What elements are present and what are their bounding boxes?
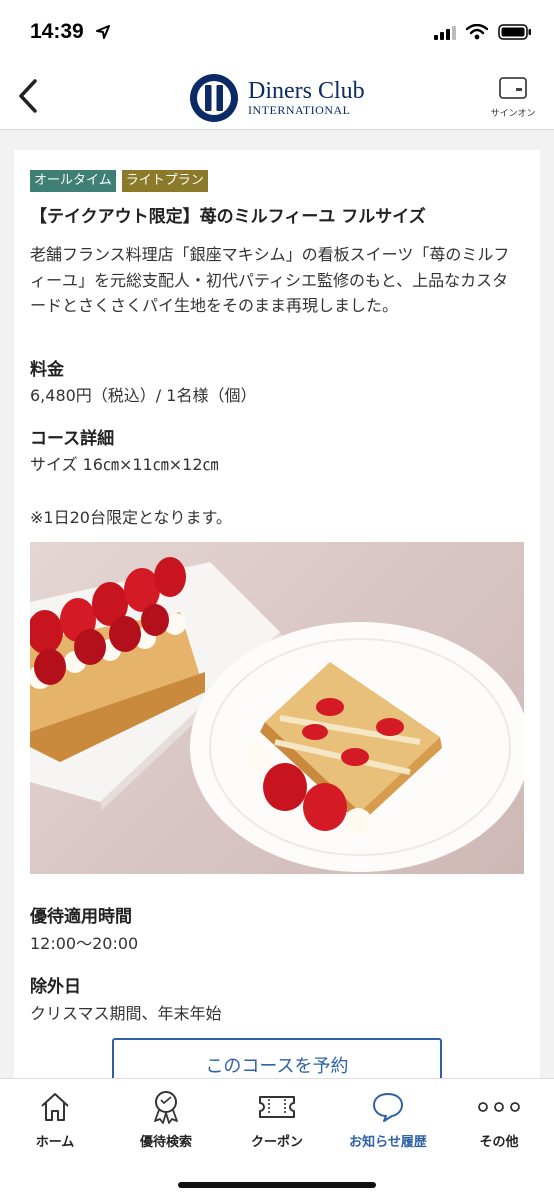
tab-coupon[interactable]: クーポン: [222, 1089, 332, 1150]
exclude-value: クリスマス期間、年末年始: [30, 1004, 222, 1023]
offer-detail-card: オールタイム ライトプラン 【テイクアウト限定】苺のミルフィーユ フルサイズ 老…: [14, 150, 540, 1080]
offer-description: 老舗フランス料理店「銀座マキシム」の看板スイーツ「苺のミルフィーユ」を元総支配人…: [30, 245, 510, 315]
tag-list: オールタイム ライトプラン: [30, 170, 208, 192]
logo-wordmark: Diners Club: [248, 78, 365, 104]
diners-club-logo-mark: [190, 74, 238, 122]
signon-button[interactable]: サインオン: [488, 76, 538, 119]
back-button[interactable]: [8, 74, 48, 122]
tab-notifications-label: お知らせ履歴: [349, 1135, 427, 1150]
tab-search[interactable]: 優待検索: [111, 1089, 221, 1150]
battery-icon: [498, 24, 532, 44]
more-dots-icon: [444, 1089, 554, 1125]
reserve-course-button[interactable]: このコースを予約: [112, 1038, 442, 1080]
exclude-label: 除外日: [30, 977, 81, 997]
signal-icon: [434, 25, 456, 44]
tag-alltime: オールタイム: [30, 170, 116, 192]
tab-home[interactable]: ホーム: [0, 1089, 110, 1150]
tab-coupon-label: クーポン: [250, 1135, 303, 1150]
offer-title: 【テイクアウト限定】苺のミルフィーユ フルサイズ: [30, 207, 426, 227]
tab-home-label: ホーム: [35, 1135, 75, 1150]
price-value: 6,480円（税込）/ 1名様（個）: [30, 386, 257, 405]
limit-note: ※1日20台限定となります。: [30, 508, 232, 527]
home-indicator: [178, 1182, 376, 1188]
award-search-icon: [111, 1089, 221, 1125]
location-arrow-icon: [96, 24, 110, 43]
time-label: 優待適用時間: [30, 907, 132, 927]
home-icon: [0, 1089, 110, 1125]
navigation-bar: Diners Club INTERNATIONAL サインオン: [0, 66, 554, 130]
wifi-icon: [465, 23, 489, 44]
tab-search-label: 優待検索: [139, 1135, 192, 1150]
tab-more[interactable]: その他: [444, 1089, 554, 1150]
coupon-icon: [222, 1089, 332, 1125]
logo-subtitle: INTERNATIONAL: [248, 103, 351, 117]
chevron-left-icon: [18, 79, 38, 117]
status-bar: 14:39: [0, 0, 554, 66]
diners-club-logo: Diners Club INTERNATIONAL: [188, 72, 365, 124]
product-photo: [30, 542, 524, 874]
card-icon: [498, 77, 528, 104]
time-value: 12:00〜20:00: [30, 934, 139, 953]
course-label: コース詳細: [30, 429, 115, 449]
signon-label: サインオン: [490, 109, 536, 119]
tag-lightplan: ライトプラン: [121, 170, 208, 192]
notification-bubble-icon: [333, 1089, 443, 1125]
tab-more-label: その他: [479, 1135, 519, 1150]
price-label: 料金: [30, 360, 64, 380]
status-time: 14:39: [30, 20, 84, 43]
course-value: サイズ 16㎝×11㎝×12㎝: [30, 455, 219, 474]
tab-notifications[interactable]: お知らせ履歴: [333, 1089, 443, 1150]
